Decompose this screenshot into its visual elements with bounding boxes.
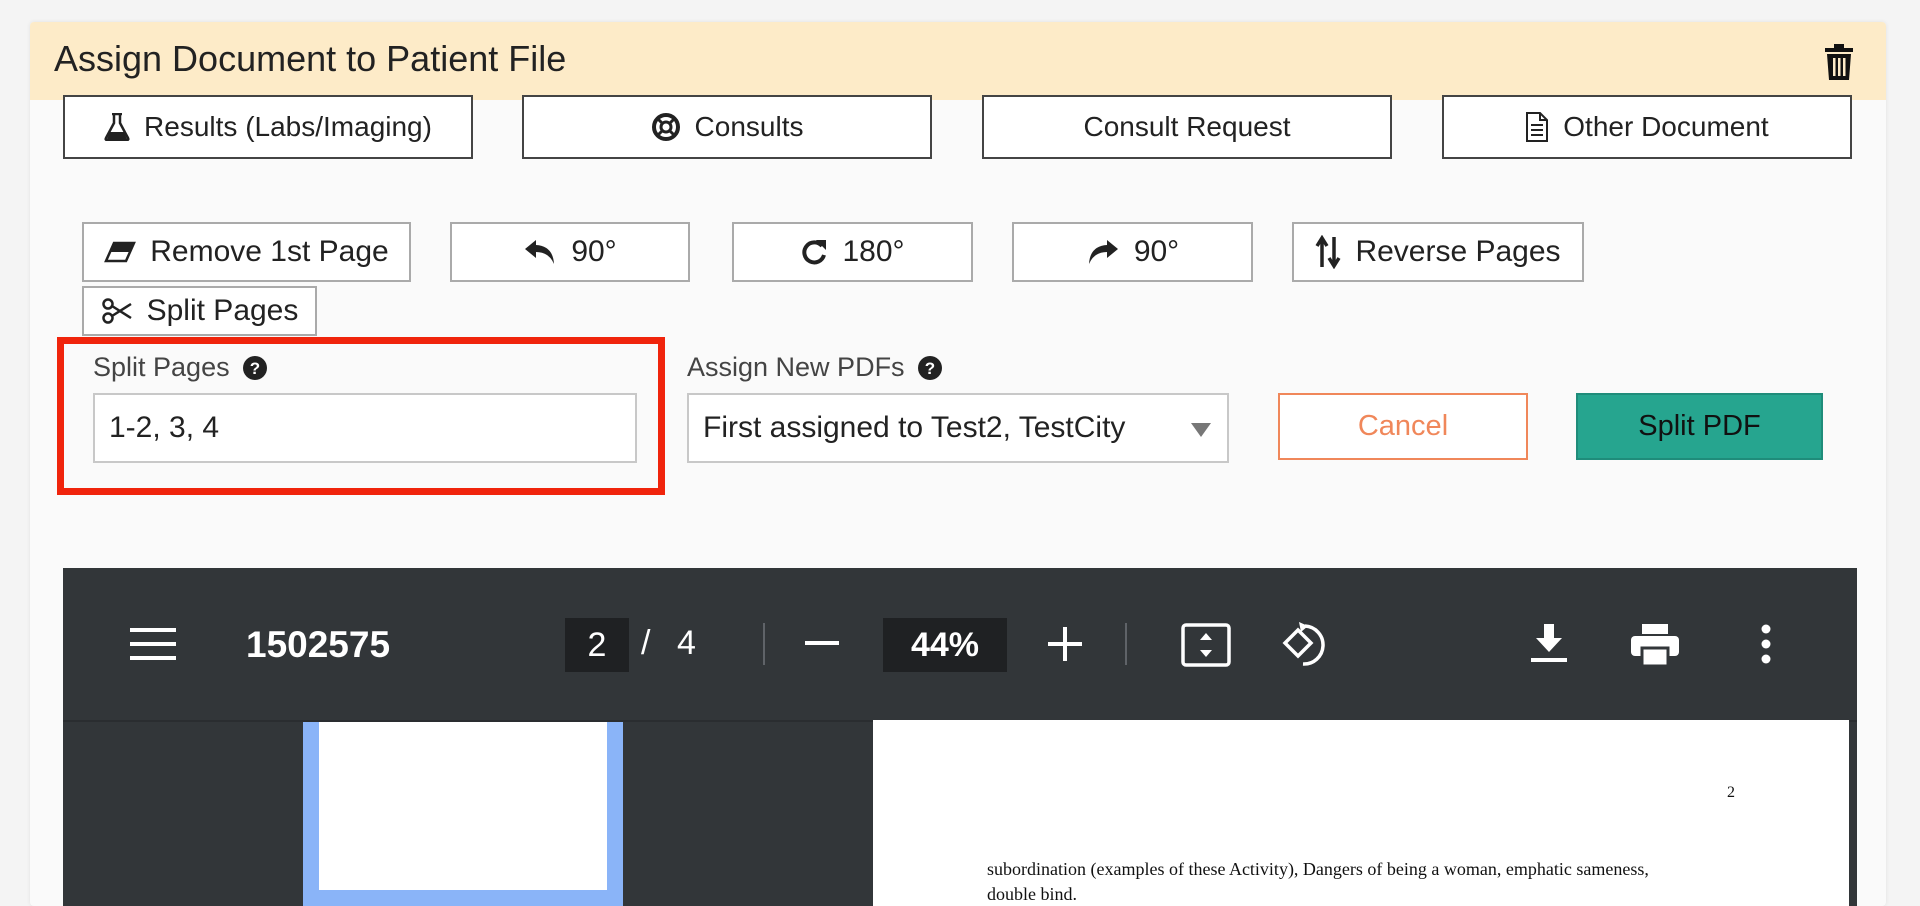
zoom-out-icon[interactable] <box>805 641 839 646</box>
sort-arrows-icon <box>1315 235 1341 269</box>
current-page-input[interactable]: 2 <box>565 618 629 672</box>
assign-new-pdfs-select[interactable]: First assigned to Test2, TestCity <box>687 393 1229 463</box>
toolbar-divider <box>1125 623 1127 665</box>
rotate-document-icon[interactable] <box>1281 620 1331 670</box>
thumbnail-panel <box>63 722 873 906</box>
assign-selected-value: First assigned to Test2, TestCity <box>703 411 1126 444</box>
lifebuoy-icon <box>651 113 680 141</box>
rotate-right-90-button[interactable]: 90° <box>1012 222 1253 282</box>
question-circle-icon[interactable]: ? <box>242 355 268 381</box>
assign-new-pdfs-field-label: Assign New PDFs ? <box>687 352 943 383</box>
split-pages-field-label: Split Pages ? <box>93 352 268 383</box>
other-document-button[interactable]: Other Document <box>1442 95 1852 159</box>
download-icon[interactable] <box>1531 624 1567 664</box>
consults-button-label: Consults <box>694 111 804 142</box>
rotate-right-label: 90° <box>1133 235 1180 268</box>
pdf-page: 2 subordination (examples of these Activ… <box>873 720 1849 906</box>
share-arrow-icon <box>1088 240 1118 264</box>
reverse-pages-label: Reverse Pages <box>1355 235 1561 268</box>
zoom-in-icon[interactable] <box>1048 627 1082 661</box>
toolbar-divider <box>763 623 765 665</box>
chevron-down-icon <box>1191 423 1211 437</box>
page-separator: / <box>641 624 651 662</box>
pdf-viewer: 1502575 2 / 4 44% 2 subordination (examp… <box>63 568 1857 906</box>
fit-page-icon[interactable] <box>1181 623 1231 667</box>
pdf-page-number: 2 <box>1727 784 1735 801</box>
assign-new-pdfs-label-text: Assign New PDFs <box>687 352 905 382</box>
eraser-icon <box>104 241 137 263</box>
pdf-viewer-toolbar: 1502575 2 / 4 44% <box>63 568 1857 722</box>
rotate-left-90-button[interactable]: 90° <box>450 222 690 282</box>
card-title: Assign Document to Patient File <box>54 38 567 79</box>
pdf-file-name: 1502575 <box>246 624 391 665</box>
pdf-text-line: double bind. <box>987 884 1077 904</box>
consults-button[interactable]: Consults <box>522 95 932 159</box>
page-thumbnail-selected[interactable] <box>303 722 623 906</box>
zoom-level[interactable]: 44% <box>883 618 1007 672</box>
split-pdf-button[interactable]: Split PDF <box>1576 393 1823 460</box>
remove-first-page-button[interactable]: Remove 1st Page <box>82 222 411 282</box>
reverse-pages-button[interactable]: Reverse Pages <box>1292 222 1584 282</box>
rotate-cw-icon <box>802 240 827 265</box>
split-pages-label: Split Pages <box>146 294 299 327</box>
svg-text:?: ? <box>249 359 259 378</box>
reply-arrow-icon <box>525 240 555 264</box>
pdf-text-line: subordination (examples of these Activit… <box>987 859 1649 879</box>
menu-icon[interactable] <box>130 628 176 660</box>
card-header: Assign Document to Patient File <box>30 22 1886 100</box>
thumbnail-page <box>319 722 607 890</box>
rotate-180-button[interactable]: 180° <box>732 222 973 282</box>
split-pages-label-text: Split Pages <box>93 352 230 382</box>
total-pages: 4 <box>677 624 696 662</box>
file-text-icon <box>1526 112 1549 142</box>
rotate-left-label: 90° <box>571 235 617 268</box>
svg-text:?: ? <box>924 359 934 378</box>
trash-icon[interactable] <box>1822 44 1856 80</box>
split-pages-button[interactable]: Split Pages <box>82 286 317 336</box>
split-pages-input[interactable] <box>93 393 637 463</box>
cancel-button[interactable]: Cancel <box>1278 393 1528 460</box>
remove-first-page-label: Remove 1st Page <box>150 235 389 268</box>
consult-request-button-label: Consult Request <box>1083 111 1291 142</box>
other-document-button-label: Other Document <box>1563 111 1769 142</box>
results-labs-imaging-button[interactable]: Results (Labs/Imaging) <box>63 95 473 159</box>
results-button-label: Results (Labs/Imaging) <box>144 111 432 142</box>
print-icon[interactable] <box>1631 624 1679 666</box>
rotate-180-label: 180° <box>842 235 905 268</box>
consult-request-button[interactable]: Consult Request <box>982 95 1392 159</box>
question-circle-icon[interactable]: ? <box>917 355 943 381</box>
more-vertical-icon[interactable] <box>1761 624 1771 664</box>
scissors-icon <box>101 298 132 324</box>
flask-icon <box>104 113 130 141</box>
